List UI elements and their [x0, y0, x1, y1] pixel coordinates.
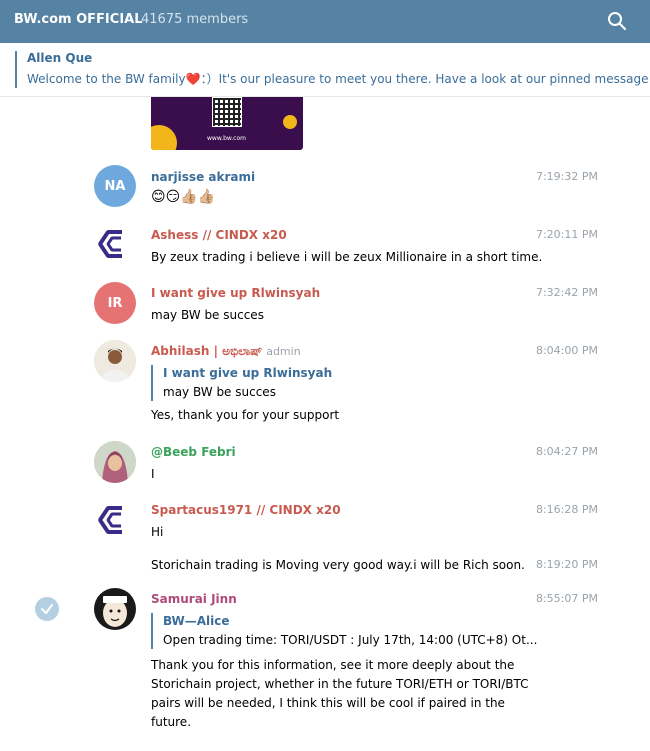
- heart-icon: ❤️: [185, 72, 201, 86]
- reply-bar: [151, 613, 153, 649]
- user-photo-icon: [94, 441, 136, 483]
- user-photo-icon: [94, 340, 136, 382]
- admin-badge: admin: [266, 345, 301, 358]
- sender-name[interactable]: narjisse akrami: [151, 170, 255, 184]
- reply-text[interactable]: Open trading time: TORI/USDT : July 17th…: [163, 633, 537, 647]
- message-text-line: Thank you for this information, see it m…: [151, 658, 515, 672]
- message-text: Thank you for this information, see it m…: [151, 656, 529, 732]
- avatar[interactable]: [94, 441, 136, 483]
- avatar[interactable]: [94, 588, 136, 630]
- pinned-message[interactable]: Allen Que Welcome to the BW family❤️：）It…: [0, 43, 650, 97]
- pinned-text-end: ：）It's our pleasure to meet you there. H…: [200, 72, 650, 86]
- pinned-text-start: Welcome to the BW family: [27, 72, 186, 86]
- sender-name[interactable]: Abhilash | ಅಭಿಲಾಷ್ admin: [151, 344, 301, 359]
- selected-check-icon[interactable]: [35, 597, 59, 621]
- message-time: 7:19:32 PM: [535, 170, 598, 183]
- message-time: 8:04:27 PM: [535, 445, 598, 458]
- image-url-text: www.bw.com: [207, 135, 246, 142]
- chat-header: BW.com OFFICIAL 41675 members: [0, 0, 650, 43]
- decor-circle: [151, 125, 177, 150]
- cindx-logo-icon: [94, 223, 136, 265]
- message-time: 8:19:20 PM: [535, 558, 598, 571]
- sender-name[interactable]: Samurai Jinn: [151, 592, 237, 606]
- reply-author[interactable]: BW—Alice: [163, 614, 230, 628]
- pinned-author: Allen Que: [27, 51, 93, 65]
- reply-author[interactable]: I want give up Rlwinsyah: [163, 366, 332, 380]
- avatar[interactable]: [94, 340, 136, 382]
- search-icon[interactable]: [606, 10, 628, 32]
- user-photo-icon: [94, 588, 136, 630]
- image-message-preview[interactable]: www.bw.com: [151, 97, 303, 150]
- message-text: Yes, thank you for your support: [151, 408, 340, 422]
- avatar[interactable]: [94, 223, 136, 265]
- avatar[interactable]: NA: [94, 165, 136, 207]
- qr-code-image: [212, 97, 242, 127]
- sender-name[interactable]: Ashess // CINDX x20: [151, 228, 287, 242]
- message-text-line: future.: [151, 715, 192, 729]
- message-text: By zeux trading i believe i will be zeux…: [151, 250, 543, 264]
- member-count[interactable]: 41675 members: [141, 12, 248, 27]
- sender-name[interactable]: @Beeb Febri: [151, 445, 236, 459]
- sender-name[interactable]: I want give up Rlwinsyah: [151, 286, 320, 300]
- message-time: 8:04:00 PM: [535, 344, 598, 357]
- reply-bar: [151, 365, 153, 401]
- message-text-line: pairs will be needed, I think this will …: [151, 696, 505, 710]
- sender-name[interactable]: Spartacus1971 // CINDX x20: [151, 503, 341, 517]
- message-time: 7:32:42 PM: [535, 286, 598, 299]
- message-text: Storichain trading is Moving very good w…: [151, 558, 525, 572]
- message-time: 8:55:07 PM: [535, 592, 598, 605]
- message-time: 8:16:28 PM: [535, 503, 598, 516]
- message-text: I: [151, 467, 155, 481]
- reply-text[interactable]: may BW be succes: [163, 385, 276, 399]
- cindx-logo-icon: [94, 499, 136, 541]
- message-text: 😊😏👍🏼👍🏼: [151, 189, 216, 205]
- sender-name-text: Abhilash | ಅಭಿಲಾಷ್: [151, 344, 263, 358]
- message-text: Hi: [151, 525, 164, 539]
- decor-circle: [283, 115, 297, 129]
- chat-title[interactable]: BW.com OFFICIAL: [14, 12, 143, 27]
- message-time: 7:20:11 PM: [535, 228, 598, 241]
- avatar[interactable]: IR: [94, 282, 136, 324]
- message-text-line: Storichain project, whether in the futur…: [151, 677, 529, 691]
- message-text: may BW be succes: [151, 308, 264, 322]
- pinned-bar: [15, 51, 17, 88]
- avatar[interactable]: [94, 499, 136, 541]
- pinned-text: Welcome to the BW family❤️：）It's our ple…: [27, 70, 650, 87]
